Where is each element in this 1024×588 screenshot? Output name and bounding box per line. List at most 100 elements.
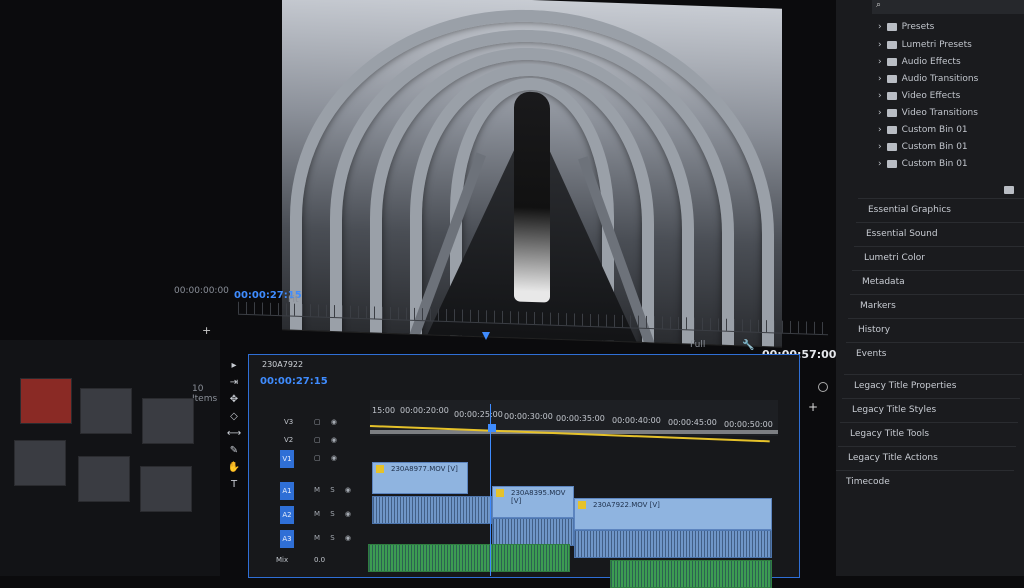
track-header-a3: A3 M S ◉ bbox=[254, 530, 364, 552]
folder-icon bbox=[886, 160, 897, 168]
effects-item[interactable]: › Custom Bin 01 bbox=[878, 142, 968, 152]
add-button-icon[interactable]: + bbox=[808, 400, 818, 414]
panel-markers[interactable]: Markers bbox=[850, 294, 1024, 316]
panel-essential-graphics[interactable]: Essential Graphics bbox=[858, 198, 1024, 220]
panel-history[interactable]: History bbox=[848, 318, 1024, 340]
track-controls-icon[interactable]: ▢ ◉ bbox=[314, 436, 341, 444]
timeline-timecode[interactable]: 00:00:27:15 bbox=[260, 376, 328, 387]
track-controls-icon[interactable]: ▢ ◉ bbox=[314, 454, 341, 462]
wrench-icon[interactable]: 🔧 bbox=[742, 340, 754, 351]
track-target-toggle[interactable]: V1 bbox=[280, 450, 294, 468]
ruler-label: 00:00:50:00 bbox=[724, 420, 773, 429]
effects-item-label: Custom Bin 01 bbox=[901, 142, 968, 152]
track-label: V2 bbox=[284, 436, 294, 444]
folder-icon bbox=[886, 23, 897, 31]
effects-item-label: Lumetri Presets bbox=[901, 40, 972, 50]
audio-clip-green[interactable] bbox=[610, 560, 772, 588]
panel-legacy-title-styles[interactable]: Legacy Title Styles bbox=[842, 398, 1020, 420]
effects-item[interactable]: › Custom Bin 01 bbox=[878, 159, 968, 169]
effects-item[interactable]: › Custom Bin 01 bbox=[878, 125, 968, 135]
video-clip[interactable]: 230A8395.MOV [V] bbox=[492, 486, 574, 518]
effects-item[interactable]: › Presets bbox=[878, 22, 934, 32]
tool-strip: ▸ ⇥ ✥ ◇ ⟷ ✎ ✋ T bbox=[226, 360, 242, 500]
track-target-toggle[interactable]: A3 bbox=[280, 530, 294, 548]
effects-item[interactable]: › Video Transitions bbox=[878, 108, 978, 118]
panel-legacy-title-properties[interactable]: Legacy Title Properties bbox=[844, 374, 1022, 396]
folder-icon bbox=[886, 92, 897, 100]
ruler-label: 00:00:25:00 bbox=[454, 410, 503, 419]
track-label: Mix bbox=[276, 556, 289, 564]
folder-icon bbox=[886, 75, 897, 83]
clip-thumbnail[interactable] bbox=[142, 398, 194, 444]
panel-timecode[interactable]: Timecode bbox=[836, 470, 1014, 492]
quality-dropdown[interactable]: Full bbox=[690, 340, 705, 350]
timeline-playhead-handle[interactable] bbox=[488, 424, 496, 432]
items-count: 10 Items bbox=[192, 384, 218, 404]
panel-essential-sound[interactable]: Essential Sound bbox=[856, 222, 1024, 244]
clip-name: 230A7922.MOV [V] bbox=[593, 501, 660, 509]
track-controls-icon[interactable]: M S ◉ bbox=[314, 510, 355, 518]
audio-waveform bbox=[493, 519, 573, 545]
folder-icon bbox=[886, 109, 897, 117]
effects-item-label: Audio Effects bbox=[901, 57, 961, 67]
panel-legacy-title-tools[interactable]: Legacy Title Tools bbox=[840, 422, 1018, 444]
audio-clip-green[interactable] bbox=[368, 544, 570, 572]
track-label: V3 bbox=[284, 418, 294, 426]
razor-tool-icon[interactable]: ◇ bbox=[230, 411, 238, 422]
fx-badge-icon bbox=[496, 489, 504, 497]
effects-item[interactable]: › Lumetri Presets bbox=[878, 40, 972, 50]
pen-tool-icon[interactable]: ✎ bbox=[230, 445, 238, 456]
track-controls-icon[interactable]: M S ◉ bbox=[314, 534, 355, 542]
folder-icon bbox=[886, 41, 897, 49]
fx-badge-icon bbox=[578, 501, 586, 509]
folder-icon bbox=[886, 126, 897, 134]
panel-lumetri-color[interactable]: Lumetri Color bbox=[854, 246, 1024, 268]
effects-item[interactable]: › Audio Transitions bbox=[878, 74, 978, 84]
effects-item-label: Custom Bin 01 bbox=[901, 125, 968, 135]
audio-clip[interactable] bbox=[372, 496, 492, 524]
zoom-handle[interactable] bbox=[818, 382, 828, 392]
audio-waveform bbox=[575, 531, 771, 557]
track-controls-icon[interactable]: ▢ ◉ bbox=[314, 418, 341, 426]
audio-waveform bbox=[611, 561, 771, 587]
ruler-label: 00:00:30:00 bbox=[504, 412, 553, 421]
track-header-a2: A2 M S ◉ bbox=[254, 506, 364, 528]
track-select-icon[interactable]: ⇥ bbox=[230, 377, 238, 388]
effects-search-input[interactable]: ⌕ bbox=[872, 0, 1024, 14]
audio-waveform bbox=[373, 497, 491, 523]
video-clip[interactable]: 230A8977.MOV [V] bbox=[372, 462, 468, 494]
video-clip[interactable]: 230A7922.MOV [V] bbox=[574, 498, 772, 530]
panel-legacy-title-actions[interactable]: Legacy Title Actions bbox=[838, 446, 1016, 468]
track-target-toggle[interactable]: A1 bbox=[280, 482, 294, 500]
clip-thumbnail[interactable] bbox=[14, 440, 66, 486]
new-bin-icon[interactable] bbox=[1004, 186, 1014, 194]
sequence-tab[interactable]: 230A7922 bbox=[262, 360, 303, 369]
selection-tool-icon[interactable]: ▸ bbox=[231, 360, 236, 371]
audio-clip[interactable] bbox=[574, 530, 772, 558]
clip-thumbnail[interactable] bbox=[78, 456, 130, 502]
hand-tool-icon[interactable]: ✋ bbox=[228, 462, 240, 473]
type-tool-icon[interactable]: T bbox=[231, 479, 237, 490]
clip-thumbnail[interactable] bbox=[80, 388, 132, 434]
ruler-label: 00:00:35:00 bbox=[556, 414, 605, 423]
clip-name: 230A8977.MOV [V] bbox=[391, 465, 458, 473]
clip-name: 230A8395.MOV [V] bbox=[511, 489, 566, 505]
track-controls-icon[interactable]: M S ◉ bbox=[314, 486, 355, 494]
ripple-edit-icon[interactable]: ✥ bbox=[230, 394, 238, 405]
track-target-toggle[interactable]: A2 bbox=[280, 506, 294, 524]
project-add-icon[interactable]: + bbox=[202, 324, 211, 337]
ruler-label: 15:00 bbox=[372, 406, 396, 415]
project-timecode: 00:00:00:00 bbox=[174, 286, 229, 296]
clip-thumbnail[interactable] bbox=[140, 466, 192, 512]
track-header-a1: A1 M S ◉ bbox=[254, 482, 364, 504]
program-monitor-frame bbox=[282, 0, 782, 348]
audio-clip[interactable] bbox=[492, 518, 574, 546]
panel-events[interactable]: Events bbox=[846, 342, 1024, 364]
slip-tool-icon[interactable]: ⟷ bbox=[227, 428, 241, 439]
panel-metadata[interactable]: Metadata bbox=[852, 270, 1024, 292]
effects-item[interactable]: › Audio Effects bbox=[878, 57, 961, 67]
effects-item[interactable]: › Video Effects bbox=[878, 91, 960, 101]
ruler-label: 00:00:40:00 bbox=[612, 416, 661, 425]
clip-thumbnail[interactable] bbox=[20, 378, 72, 424]
mix-value[interactable]: 0.0 bbox=[314, 556, 325, 564]
